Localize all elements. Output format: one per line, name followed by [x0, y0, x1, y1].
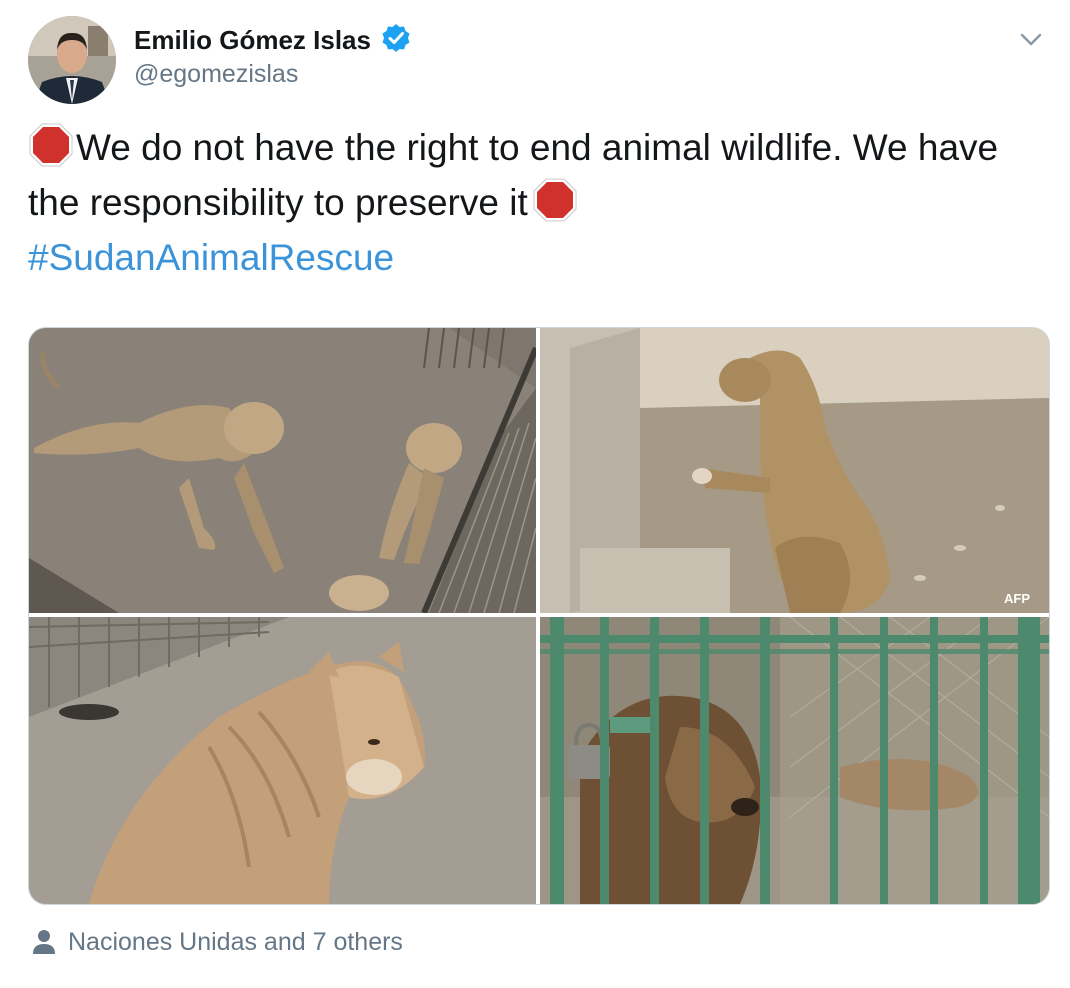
social-context[interactable]: Naciones Unidas and 7 others: [32, 924, 403, 960]
photo-lion-behind-bars[interactable]: [540, 617, 1049, 904]
photo-emaciated-lion[interactable]: AFP: [540, 328, 1049, 613]
photo-thin-lioness[interactable]: [29, 617, 536, 904]
author-handle[interactable]: @egomezislas: [134, 58, 411, 90]
tweet-body: We do not have the right to end animal w…: [28, 127, 999, 223]
chevron-down-icon[interactable]: [1018, 26, 1044, 52]
person-icon: [33, 930, 55, 954]
hashtag-link[interactable]: #SudanAnimalRescue: [28, 237, 394, 278]
media-grid: AFP: [28, 327, 1050, 905]
verified-badge-icon: [382, 24, 410, 52]
social-context-text: Naciones Unidas and 7 others: [68, 927, 403, 956]
author-block: Emilio Gómez Islas @egomezislas: [134, 24, 411, 90]
author-name[interactable]: Emilio Gómez Islas: [134, 24, 371, 56]
stop-sign-icon: [29, 123, 73, 167]
stop-sign-icon: [533, 178, 577, 222]
tweet-text: We do not have the right to end animal w…: [28, 120, 1038, 285]
afp-watermark: AFP: [1004, 591, 1030, 606]
avatar[interactable]: [28, 16, 116, 104]
tweet-header: Emilio Gómez Islas @egomezislas: [28, 16, 1048, 106]
photo-starving-lions[interactable]: [29, 328, 536, 613]
